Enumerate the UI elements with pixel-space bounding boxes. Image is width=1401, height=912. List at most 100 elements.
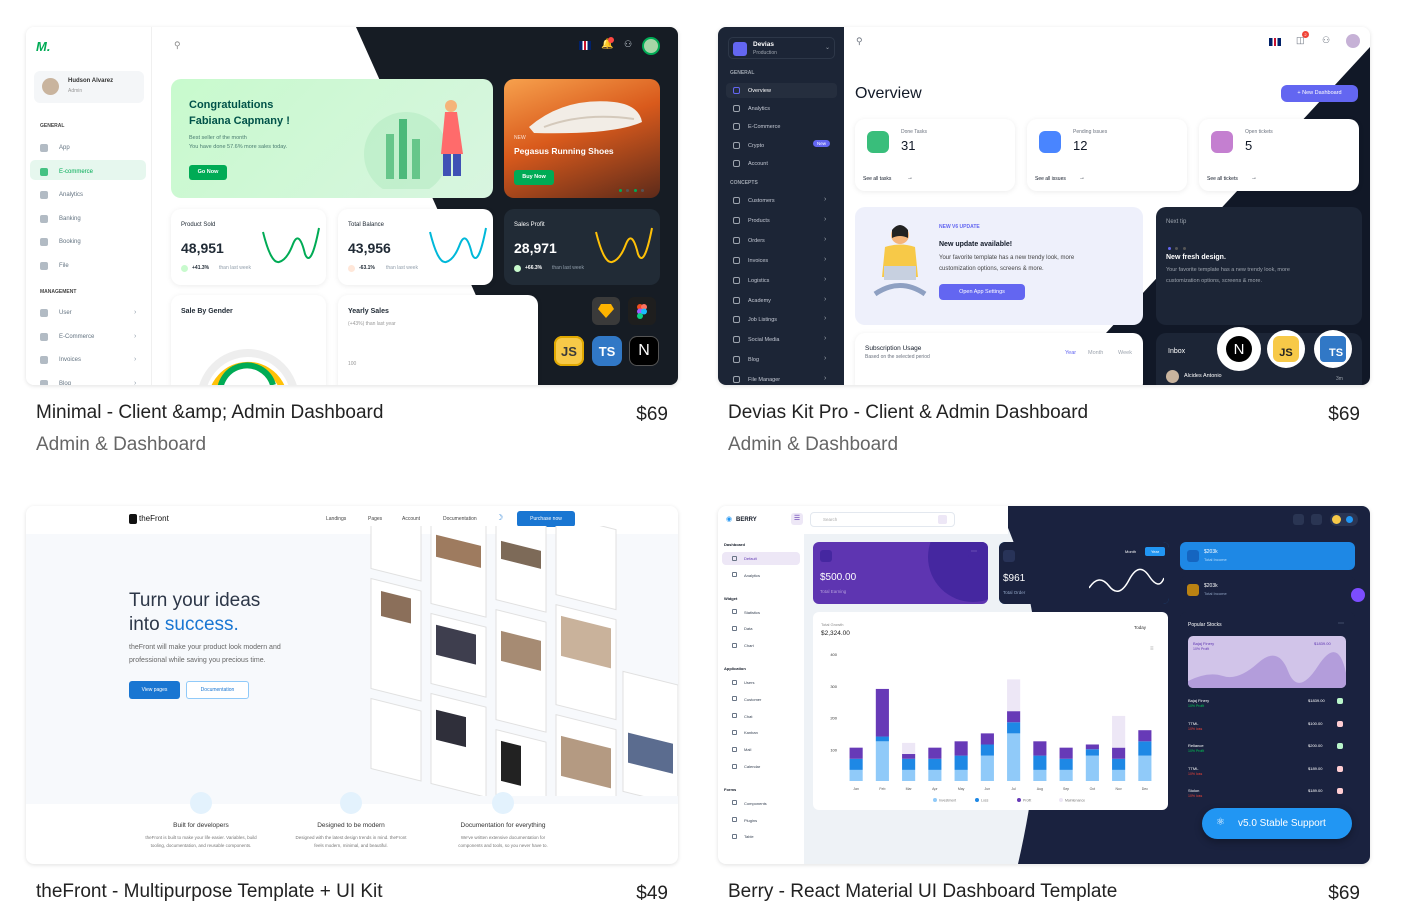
grid-icon[interactable]: [1293, 514, 1304, 525]
product-category[interactable]: Admin & Dashboard: [36, 434, 206, 456]
tab-month[interactable]: Month: [1088, 350, 1103, 356]
product-title[interactable]: Minimal - Client &amp; Admin Dashboard: [36, 402, 383, 424]
bar-loss[interactable]: [1007, 722, 1021, 734]
product-thumbnail[interactable]: ◉ BERRY ☰ Search Dashboard Default Analyti…: [718, 506, 1370, 864]
nav-item[interactable]: Analytics: [748, 106, 770, 112]
nav-item[interactable]: App: [59, 145, 70, 151]
flag-icon[interactable]: [1269, 38, 1281, 46]
nav-item[interactable]: Blog: [59, 381, 71, 386]
bar-investment[interactable]: [1112, 769, 1126, 781]
nav-item[interactable]: Components: [744, 801, 767, 806]
tip-dots[interactable]: [1168, 237, 1188, 250]
documentation-button[interactable]: Documentation: [186, 681, 249, 699]
nav-item[interactable]: Plugins: [744, 818, 757, 823]
product-title[interactable]: Berry - React Material UI Dashboard Temp…: [728, 881, 1117, 903]
nav-item[interactable]: Analytics: [59, 192, 83, 198]
nav-item[interactable]: Default: [744, 556, 757, 561]
bar-loss[interactable]: [1112, 758, 1126, 770]
nav-item[interactable]: Mail: [744, 747, 751, 752]
product-thumbnail[interactable]: theFront Landings Pages Account Document…: [26, 506, 678, 864]
tab-year[interactable]: Year: [1065, 350, 1076, 356]
nav-landings[interactable]: Landings: [326, 516, 346, 522]
bar-profit[interactable]: [902, 754, 916, 759]
nav-item[interactable]: Account: [748, 161, 768, 167]
search-icon[interactable]: ⚲: [174, 40, 181, 51]
nav-item[interactable]: Customers: [748, 198, 775, 204]
nav-item[interactable]: File: [59, 263, 69, 269]
nav-item[interactable]: Statistics: [744, 610, 760, 615]
bar-loss[interactable]: [980, 744, 994, 756]
bar-loss[interactable]: [902, 758, 916, 770]
bar-maintenance[interactable]: [1112, 715, 1126, 748]
support-button[interactable]: ⚛ v5.0 Stable Support: [1202, 808, 1352, 839]
contacts-icon[interactable]: ⚇: [1322, 35, 1330, 46]
bar-profit[interactable]: [954, 741, 968, 756]
bar-profit[interactable]: [1112, 747, 1126, 759]
search-icon[interactable]: ⚲: [856, 36, 863, 47]
more-icon[interactable]: ⋯: [968, 548, 980, 558]
nav-item[interactable]: E-Commerce: [748, 124, 780, 130]
legend-label[interactable]: Profit: [1023, 799, 1031, 803]
bar-investment[interactable]: [954, 769, 968, 781]
bar-loss[interactable]: [1059, 758, 1073, 770]
legend-label[interactable]: Maintenance: [1065, 799, 1085, 803]
nav-item[interactable]: Booking: [59, 239, 81, 245]
nav-item[interactable]: E-Commerce: [59, 334, 94, 340]
nav-item[interactable]: Data: [744, 626, 752, 631]
new-dashboard-button[interactable]: + New Dashboard: [1281, 85, 1358, 102]
bar-investment[interactable]: [902, 769, 916, 781]
theme-toggle-icon[interactable]: ☽: [496, 513, 503, 522]
nav-documentation[interactable]: Documentation: [443, 516, 477, 522]
see-all-link[interactable]: See all issues: [1035, 176, 1066, 182]
product-title[interactable]: Devias Kit Pro - Client & Admin Dashboar…: [728, 402, 1088, 424]
nav-item[interactable]: Logistics: [748, 278, 769, 284]
flag-icon[interactable]: [579, 41, 591, 50]
nav-item[interactable]: Kanban: [744, 730, 758, 735]
filter-icon[interactable]: [938, 515, 947, 524]
nav-item[interactable]: Chat: [744, 714, 752, 719]
product-thumbnail[interactable]: Devias Production ⌄ GENERAL Overview Anal…: [718, 27, 1370, 385]
legend-label[interactable]: Loss: [981, 799, 989, 803]
bar-investment[interactable]: [875, 741, 889, 781]
nav-item[interactable]: Crypto: [748, 143, 764, 149]
carousel-dots[interactable]: [619, 179, 649, 192]
nav-item[interactable]: Academy: [748, 298, 771, 304]
nav-item[interactable]: Customer: [744, 697, 761, 702]
bar-investment[interactable]: [849, 769, 863, 781]
bar-maintenance[interactable]: [1007, 679, 1021, 712]
contacts-icon[interactable]: ⚇: [624, 39, 632, 50]
nav-item[interactable]: Invoices: [748, 258, 768, 264]
bar-investment[interactable]: [1138, 755, 1152, 781]
nav-item[interactable]: Table: [744, 834, 754, 839]
nav-item[interactable]: Orders: [748, 238, 765, 244]
bar-loss[interactable]: [954, 755, 968, 770]
go-now-button[interactable]: Go Now: [189, 165, 227, 180]
nav-item[interactable]: Job Listings: [748, 317, 777, 323]
bell-icon[interactable]: [1311, 514, 1322, 525]
toggle-year[interactable]: Year: [1145, 547, 1165, 556]
tip-nav[interactable]: Next tip: [1166, 219, 1186, 225]
nav-item[interactable]: Social Media: [748, 337, 780, 343]
nav-account[interactable]: Account: [402, 516, 420, 522]
bar-profit[interactable]: [980, 733, 994, 745]
see-all-link[interactable]: See all tasks: [863, 176, 891, 182]
purchase-button[interactable]: Purchase now: [517, 511, 575, 527]
bar-loss[interactable]: [1033, 755, 1047, 770]
nav-item[interactable]: File Manager: [748, 377, 780, 383]
legend-label[interactable]: Investment: [939, 799, 956, 803]
avatar-icon[interactable]: [642, 37, 660, 55]
see-all-link[interactable]: See all tickets: [1207, 176, 1238, 182]
nav-item[interactable]: Overview: [748, 88, 771, 94]
search-input[interactable]: Search: [810, 512, 955, 527]
bar-investment[interactable]: [980, 755, 994, 781]
bar-maintenance[interactable]: [902, 742, 916, 755]
bar-profit[interactable]: [875, 688, 889, 737]
bar-profit[interactable]: [1085, 744, 1099, 750]
nav-item[interactable]: Blog: [748, 357, 759, 363]
settings-fab-icon[interactable]: [1351, 588, 1365, 602]
nav-pages[interactable]: Pages: [368, 516, 382, 522]
bar-loss[interactable]: [928, 758, 942, 770]
period-select[interactable]: Today: [1134, 625, 1146, 630]
nav-item[interactable]: Chart: [744, 643, 754, 648]
bar-investment[interactable]: [1085, 755, 1099, 781]
